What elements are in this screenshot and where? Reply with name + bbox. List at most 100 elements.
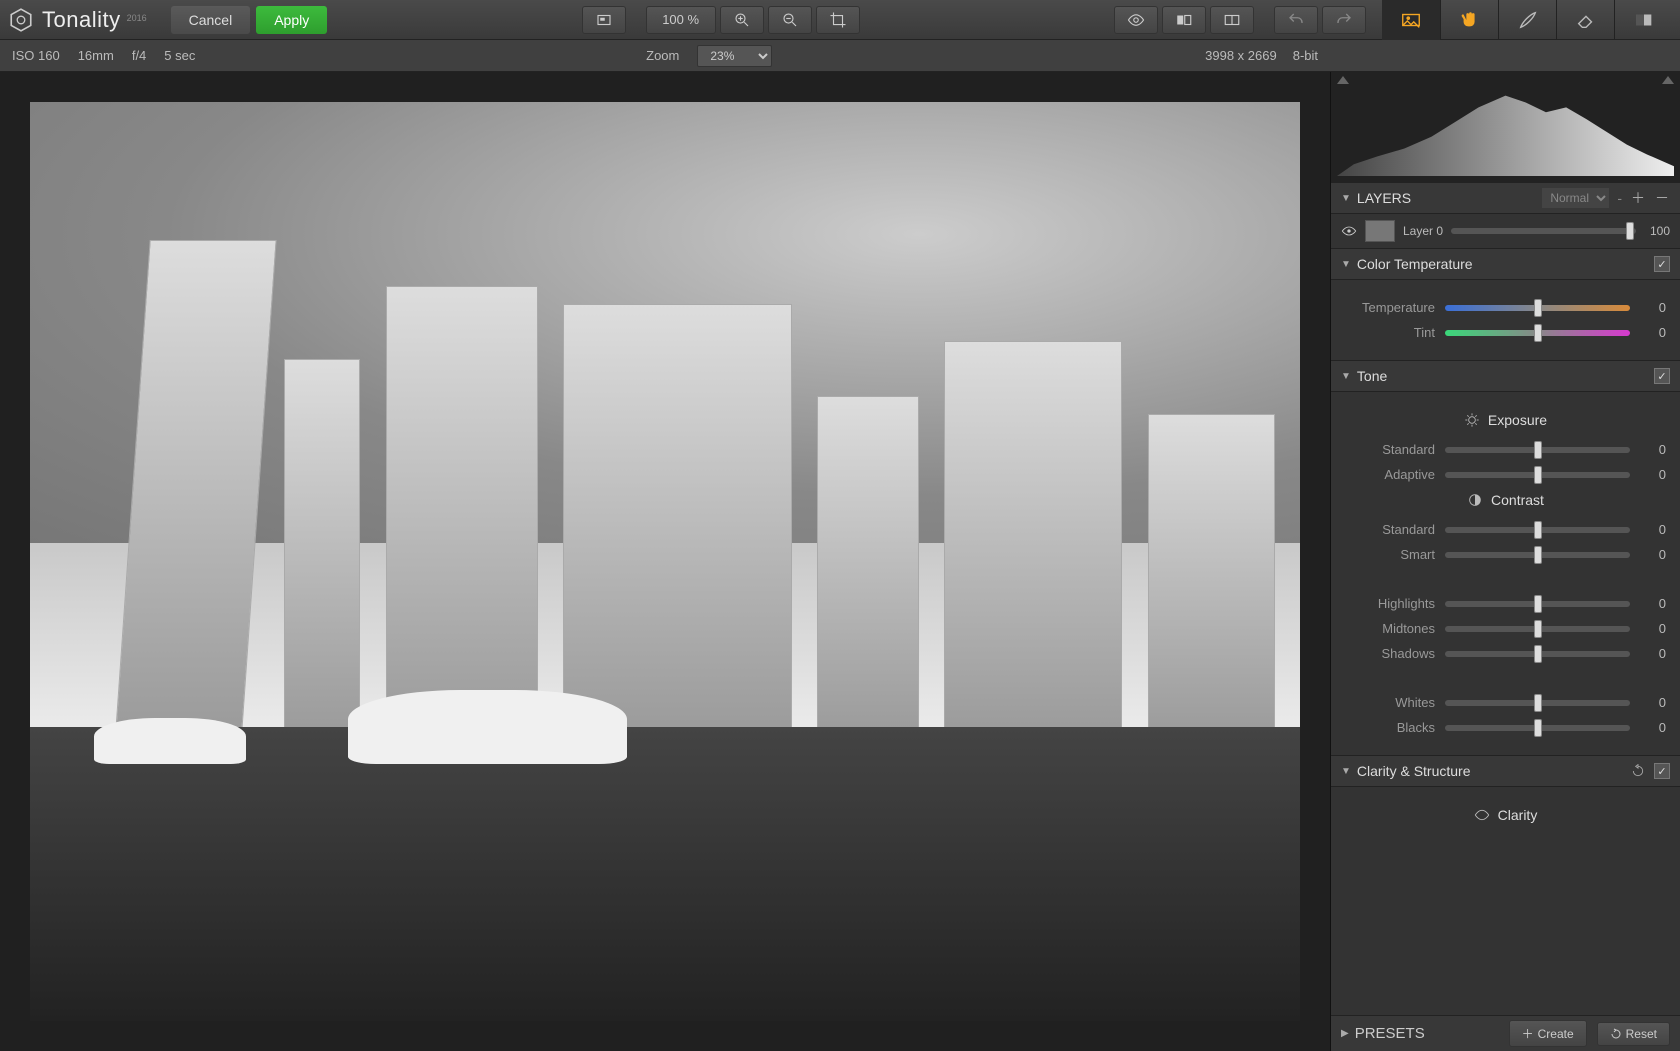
tint-slider[interactable] <box>1445 330 1630 336</box>
exp-adaptive-label: Adaptive <box>1345 467 1435 482</box>
info-shutter: 5 sec <box>164 48 195 63</box>
canvas-image <box>30 102 1300 1021</box>
preview-toggle-button[interactable] <box>1114 6 1158 34</box>
zoom-out-button[interactable] <box>768 6 812 34</box>
mode-eraser-tab[interactable] <box>1556 0 1614 40</box>
layer-name[interactable]: Layer 0 <box>1403 224 1443 238</box>
clarity-panel-body: Clarity <box>1331 787 1680 841</box>
top-toolbar: Tonality 2016 Cancel Apply 100 % <box>0 0 1680 40</box>
layer-opacity-slider[interactable] <box>1451 228 1636 234</box>
histogram[interactable] <box>1331 72 1680 182</box>
zoom-select[interactable]: 23% <box>697 45 772 67</box>
exp-adaptive-slider[interactable] <box>1445 472 1630 478</box>
con-smart-slider[interactable] <box>1445 552 1630 558</box>
tone-enable-checkbox[interactable]: ✓ <box>1654 368 1670 384</box>
add-layer-button[interactable]: ＋ <box>1630 190 1646 206</box>
shadows-value[interactable]: 0 <box>1640 646 1666 661</box>
histogram-shadow-clip-icon[interactable] <box>1337 76 1349 84</box>
mode-adjust-tab[interactable] <box>1382 0 1440 40</box>
highlights-value[interactable]: 0 <box>1640 596 1666 611</box>
caret-right-icon[interactable]: ▶ <box>1341 1028 1349 1039</box>
cancel-button[interactable]: Cancel <box>171 6 251 34</box>
highlights-slider[interactable] <box>1445 601 1630 607</box>
exp-standard-label: Standard <box>1345 442 1435 457</box>
histogram-highlight-clip-icon[interactable] <box>1662 76 1674 84</box>
midtones-slider[interactable] <box>1445 626 1630 632</box>
tone-panel-header[interactable]: ▼ Tone ✓ <box>1331 360 1680 392</box>
preset-reset-button[interactable]: Reset <box>1597 1022 1670 1046</box>
tone-panel-body: Exposure Standard 0 Adaptive 0 Contrast … <box>1331 392 1680 755</box>
zoom-in-button[interactable] <box>720 6 764 34</box>
blacks-slider[interactable] <box>1445 725 1630 731</box>
layer-visibility-icon[interactable] <box>1341 223 1357 239</box>
compare-tools-group <box>1114 6 1254 34</box>
whites-value[interactable]: 0 <box>1640 695 1666 710</box>
temperature-slider[interactable] <box>1445 305 1630 311</box>
info-iso: ISO 160 <box>12 48 60 63</box>
contrast-icon <box>1467 492 1483 508</box>
mode-gradient-tab[interactable] <box>1614 0 1672 40</box>
shadows-label: Shadows <box>1345 646 1435 661</box>
contrast-heading: Contrast <box>1345 492 1666 508</box>
histogram-plot <box>1337 78 1674 176</box>
clarity-title: Clarity & Structure <box>1357 763 1471 779</box>
caret-down-icon: ▼ <box>1341 259 1351 270</box>
compare-side-button[interactable] <box>1210 6 1254 34</box>
presets-title[interactable]: PRESETS <box>1355 1025 1425 1042</box>
con-standard-label: Standard <box>1345 522 1435 537</box>
reset-icon <box>1610 1028 1622 1040</box>
con-standard-value[interactable]: 0 <box>1640 522 1666 537</box>
exposure-heading: Exposure <box>1345 412 1666 428</box>
mode-brush-tab[interactable] <box>1498 0 1556 40</box>
compare-split-button[interactable] <box>1162 6 1206 34</box>
con-standard-slider[interactable] <box>1445 527 1630 533</box>
clarity-heading: Clarity <box>1345 807 1666 823</box>
remove-layer-button[interactable]: － <box>1654 190 1670 206</box>
layer-row[interactable]: Layer 0 100 <box>1331 214 1680 248</box>
sidebar: ▼ LAYERS Normal - ＋ － Layer 0 100 ▼ Colo… <box>1330 72 1680 1051</box>
view-tools-group <box>582 6 626 34</box>
layers-panel-header[interactable]: ▼ LAYERS Normal - ＋ － <box>1331 182 1680 214</box>
whites-label: Whites <box>1345 695 1435 710</box>
con-smart-value[interactable]: 0 <box>1640 547 1666 562</box>
whites-slider[interactable] <box>1445 700 1630 706</box>
crop-tool-button[interactable] <box>816 6 860 34</box>
blacks-value[interactable]: 0 <box>1640 720 1666 735</box>
app-logo-group: Tonality 2016 <box>8 7 147 33</box>
shadows-slider[interactable] <box>1445 651 1630 657</box>
highlights-label: Highlights <box>1345 596 1435 611</box>
midtones-label: Midtones <box>1345 621 1435 636</box>
layers-title: LAYERS <box>1357 190 1411 206</box>
blend-mode-select[interactable]: Normal <box>1542 188 1609 208</box>
midtones-value[interactable]: 0 <box>1640 621 1666 636</box>
mode-hand-tab[interactable] <box>1440 0 1498 40</box>
undo-button[interactable] <box>1274 6 1318 34</box>
redo-button[interactable] <box>1322 6 1366 34</box>
exp-standard-slider[interactable] <box>1445 447 1630 453</box>
zoom-100-button[interactable]: 100 % <box>646 6 716 34</box>
exp-standard-value[interactable]: 0 <box>1640 442 1666 457</box>
tint-value[interactable]: 0 <box>1640 325 1666 340</box>
exposure-icon <box>1464 412 1480 428</box>
temperature-value[interactable]: 0 <box>1640 300 1666 315</box>
clarity-reset-icon[interactable] <box>1630 763 1646 779</box>
tone-title: Tone <box>1357 368 1387 384</box>
canvas-area[interactable] <box>0 72 1330 1051</box>
app-year: 2016 <box>127 13 147 23</box>
apply-button[interactable]: Apply <box>256 6 327 34</box>
con-smart-label: Smart <box>1345 547 1435 562</box>
presets-bar: ▶ PRESETS ＋Create Reset <box>1331 1015 1680 1051</box>
layer-opacity-value: 100 <box>1644 224 1670 238</box>
tint-label: Tint <box>1345 325 1435 340</box>
color-temp-panel-header[interactable]: ▼ Color Temperature ✓ <box>1331 248 1680 280</box>
exp-adaptive-value[interactable]: 0 <box>1640 467 1666 482</box>
color-temp-enable-checkbox[interactable]: ✓ <box>1654 256 1670 272</box>
clarity-panel-header[interactable]: ▼ Clarity & Structure ✓ <box>1331 755 1680 787</box>
clarity-icon <box>1474 807 1490 823</box>
mode-tabs <box>1382 0 1672 40</box>
preset-create-button[interactable]: ＋Create <box>1509 1020 1587 1047</box>
info-bitdepth: 8-bit <box>1293 48 1318 63</box>
history-tools-group <box>1274 6 1366 34</box>
fit-screen-button[interactable] <box>582 6 626 34</box>
clarity-enable-checkbox[interactable]: ✓ <box>1654 763 1670 779</box>
